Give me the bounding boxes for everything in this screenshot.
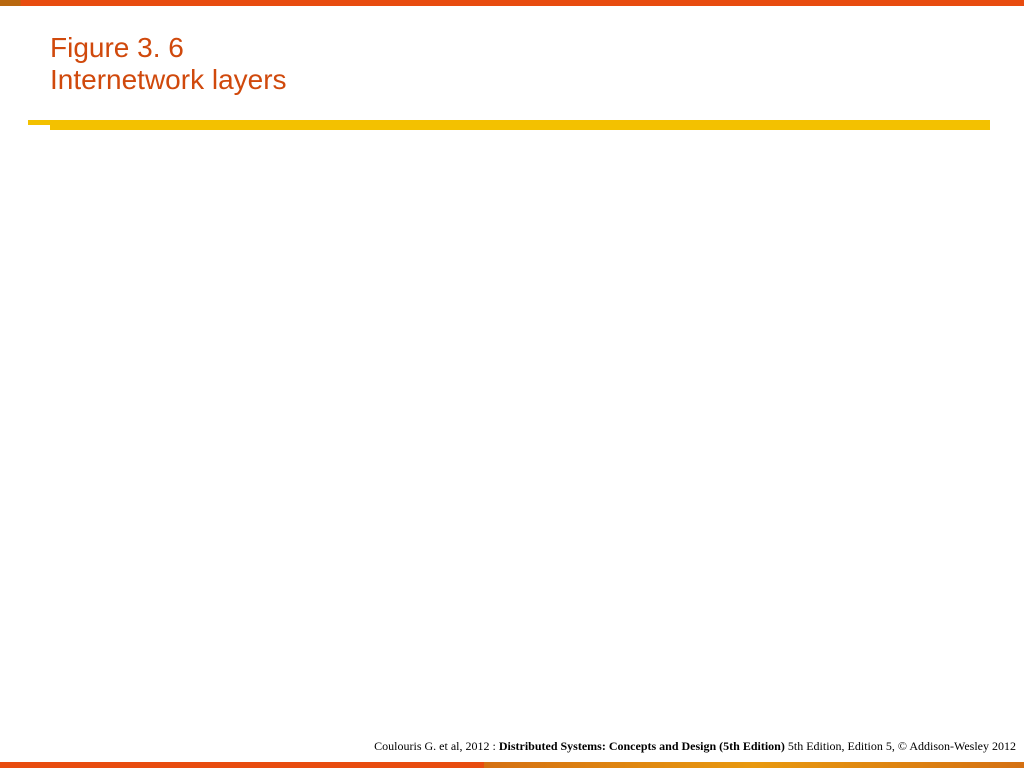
yellow-divider-bar [50, 120, 990, 130]
top-border-right-accent [1010, 0, 1024, 6]
title-line-1: Figure 3. 6 [50, 32, 287, 64]
top-border-bar [0, 0, 1024, 6]
bottom-border-right-accent [484, 762, 1024, 768]
footer-author: Coulouris G. et al, 2012 : [374, 739, 499, 753]
footer-edition-info: 5th Edition, Edition 5, © Addison-Wesley… [785, 739, 1016, 753]
footer-book-title: Distributed Systems: Concepts and Design… [499, 739, 785, 753]
slide-header: Figure 3. 6 Internetwork layers [50, 32, 287, 96]
title-line-2: Internetwork layers [50, 64, 287, 96]
slide-footer-citation: Coulouris G. et al, 2012 : Distributed S… [374, 739, 1016, 754]
